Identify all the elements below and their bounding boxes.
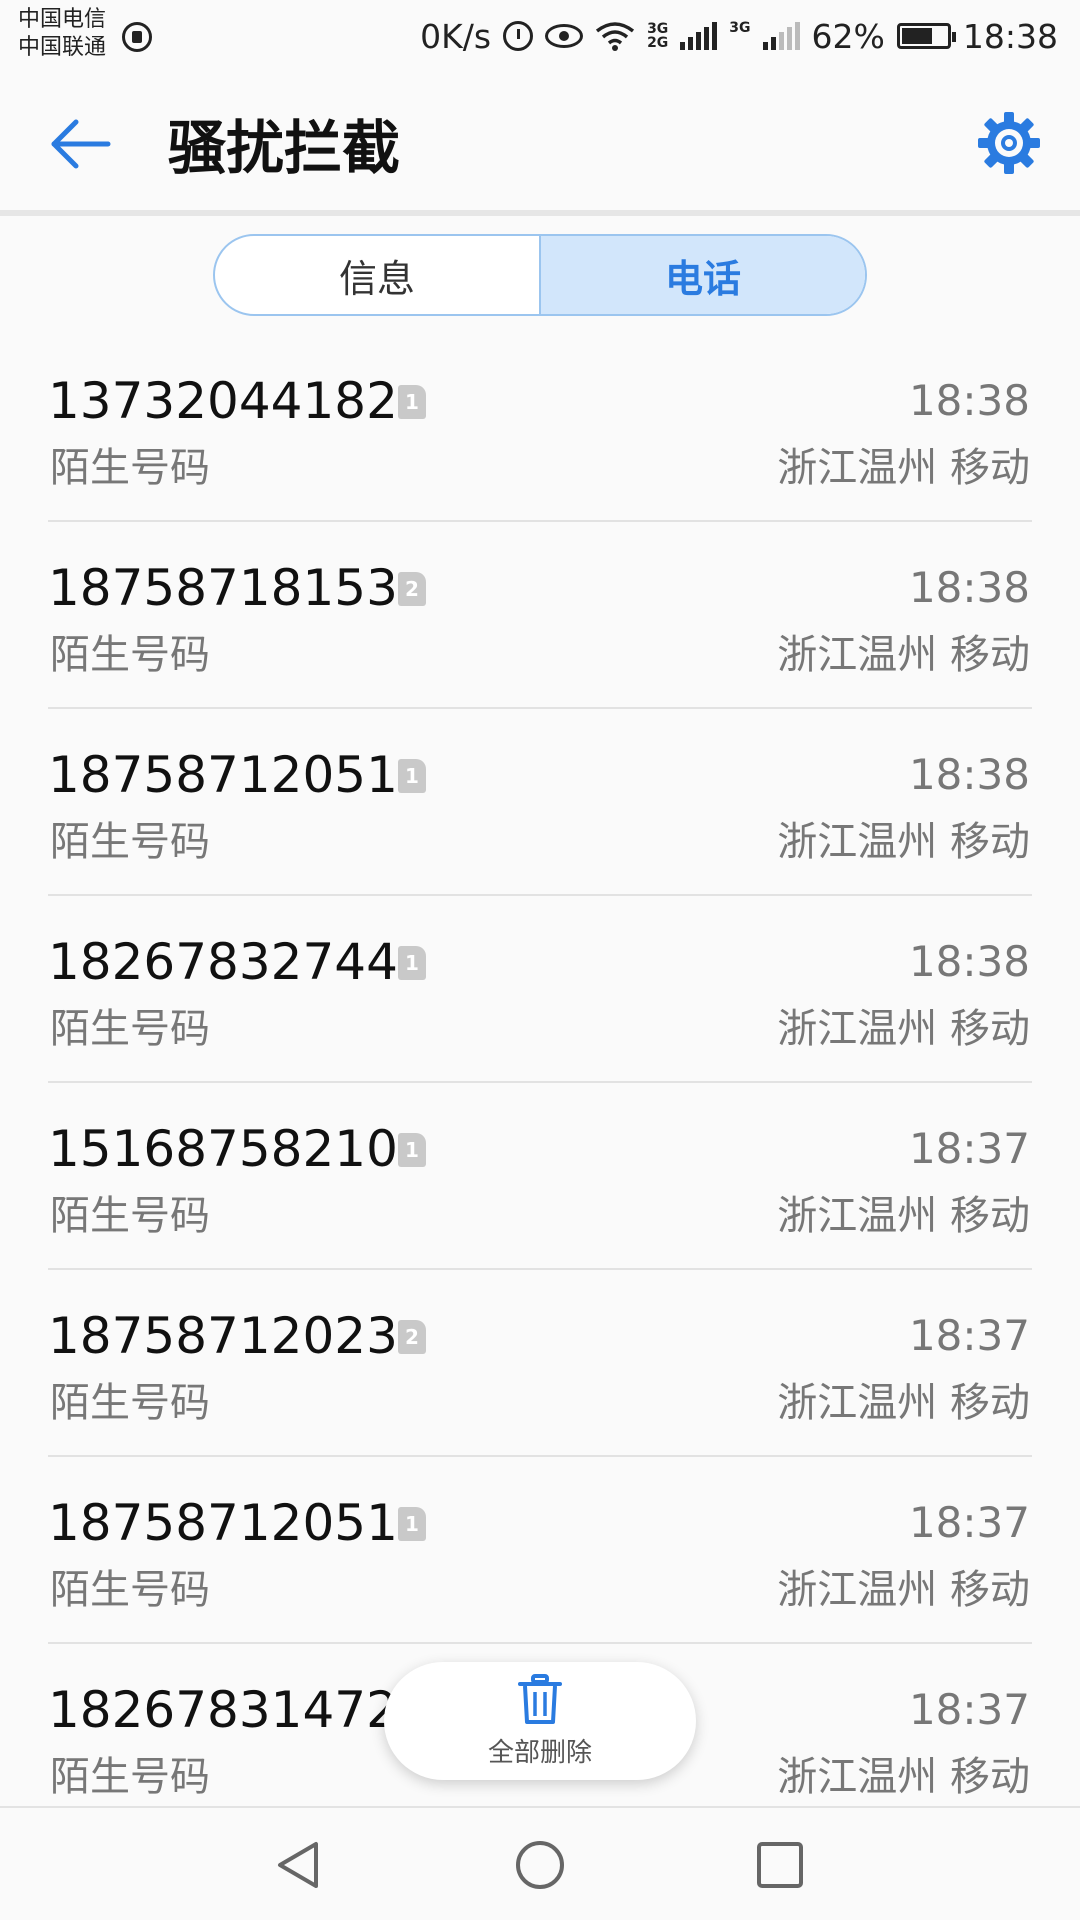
sim-card-icon: 2 [398, 1320, 426, 1354]
sim-card-icon: 1 [398, 385, 426, 419]
caller-location: 浙江温州 移动 [777, 1567, 1030, 1613]
tab-messages[interactable]: 信息 [215, 236, 539, 314]
net-type-1-bottom: 2G [647, 35, 669, 51]
caller-label: 陌生号码 [50, 819, 210, 865]
phone-number: 18758712051 [48, 746, 398, 804]
phone-number: 18758718153 [48, 559, 398, 617]
call-time: 18:37 [908, 1311, 1030, 1360]
sim-card-icon: 2 [398, 572, 426, 606]
phone-number: 18758712023 [48, 1307, 398, 1365]
back-triangle-icon[interactable] [272, 1838, 326, 1892]
call-list-item[interactable]: 18758712051 1 陌生号码 18:37 浙江温州 移动 [0, 1457, 1080, 1644]
battery-icon [896, 23, 956, 49]
phone-number: 18267832744 [48, 933, 398, 991]
carrier-2: 中国联通 [18, 35, 107, 60]
phone-number: 18758712051 [48, 1494, 398, 1552]
call-time: 18:38 [908, 750, 1030, 799]
call-list-item[interactable]: 13732044182 1 陌生号码 18:38 浙江温州 移动 [0, 335, 1080, 522]
tab-calls[interactable]: 电话 [539, 236, 865, 314]
caller-location: 浙江温州 移动 [777, 632, 1030, 678]
trash-icon [518, 1673, 562, 1724]
sim-card-icon: 1 [398, 1133, 426, 1167]
toolbar: 骚扰拦截 [0, 74, 1080, 210]
caller-label: 陌生号码 [50, 1193, 210, 1239]
eye-icon [545, 24, 584, 48]
call-time: 18:38 [908, 376, 1030, 425]
signal-icon-2 [762, 22, 800, 50]
recents-square-icon[interactable] [753, 1838, 807, 1892]
blocked-calls-list: 13732044182 1 陌生号码 18:38 浙江温州 移动 18758718153 2… [0, 335, 1080, 1831]
caller-location: 浙江温州 移动 [777, 1006, 1030, 1052]
net-type-2: 3G [729, 20, 751, 36]
call-time: 18:38 [908, 937, 1030, 986]
clock: 18:38 [962, 16, 1058, 56]
toolbar-divider [0, 210, 1080, 216]
caller-location: 浙江温州 移动 [777, 1193, 1030, 1239]
phone-number: 13732044182 [48, 372, 398, 430]
delete-all-label: 全部删除 [487, 1737, 592, 1768]
signal-icon [680, 22, 718, 50]
back-arrow-icon[interactable] [40, 104, 120, 184]
segmented-tabs: 信息 电话 [213, 234, 867, 316]
battery-percent: 62% [811, 16, 885, 56]
call-time: 18:38 [908, 563, 1030, 612]
call-list-item[interactable]: 15168758210 1 陌生号码 18:37 浙江温州 移动 [0, 1083, 1080, 1270]
caller-label: 陌生号码 [50, 1754, 210, 1800]
call-list-item[interactable]: 18267832744 1 陌生号码 18:38 浙江温州 移动 [0, 896, 1080, 1083]
phone-number: 15168758210 [48, 1120, 398, 1178]
call-list-item[interactable]: 18758718153 2 陌生号码 18:38 浙江温州 移动 [0, 522, 1080, 709]
call-list-item[interactable]: 18758712023 2 陌生号码 18:37 浙江温州 移动 [0, 1270, 1080, 1457]
navigation-bar [0, 1806, 1080, 1920]
gear-icon[interactable] [974, 108, 1044, 178]
page-title: 骚扰拦截 [168, 114, 401, 182]
status-indicators: 0K/s 3G 2G 3G 62% 18:38 [420, 14, 1058, 58]
caller-location: 浙江温州 移动 [777, 819, 1030, 865]
status-bar: 中国电信 中国联通 0K/s 3G 2G 3G 62% 18:38 [0, 0, 1080, 74]
alarm-icon [503, 21, 534, 51]
net-speed: 0K/s [420, 16, 492, 56]
call-time: 18:37 [908, 1685, 1030, 1734]
call-time: 18:37 [908, 1124, 1030, 1173]
net-type-1: 3G 2G [647, 22, 668, 50]
wifi-icon [595, 22, 635, 51]
call-time: 18:37 [908, 1498, 1030, 1547]
caller-label: 陌生号码 [50, 632, 210, 678]
caller-label: 陌生号码 [50, 445, 210, 491]
sim-card-icon: 1 [398, 946, 426, 980]
carrier-1: 中国电信 [18, 7, 107, 32]
carrier-names: 中国电信 中国联通 [18, 6, 106, 62]
phone-number: 18267831472 [48, 1681, 398, 1739]
caller-location: 浙江温州 移动 [777, 1754, 1030, 1800]
caller-label: 陌生号码 [50, 1380, 210, 1426]
caller-location: 浙江温州 移动 [777, 445, 1030, 491]
home-circle-icon[interactable] [513, 1838, 567, 1892]
caller-label: 陌生号码 [50, 1567, 210, 1613]
net-type-1-top: 3G [647, 21, 669, 37]
sim-card-icon: 1 [398, 759, 426, 793]
call-list-item[interactable]: 18758712051 1 陌生号码 18:38 浙江温州 移动 [0, 709, 1080, 896]
sim-card-icon: 1 [398, 1507, 426, 1541]
caller-label: 陌生号码 [50, 1006, 210, 1052]
delete-all-button[interactable]: 全部删除 [384, 1662, 696, 1780]
vpn-icon [122, 22, 152, 52]
caller-location: 浙江温州 移动 [777, 1380, 1030, 1426]
